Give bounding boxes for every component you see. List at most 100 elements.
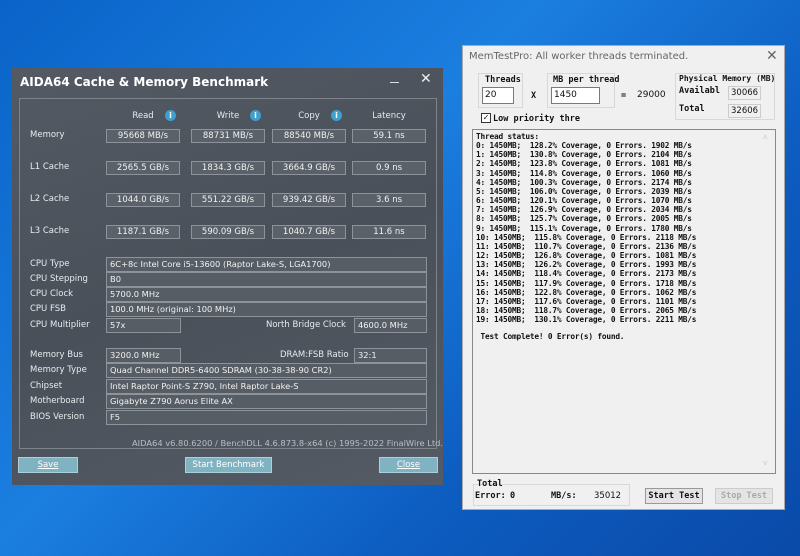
result-value: 3664.9 GB/s	[272, 161, 346, 175]
result-value: 95668 MB/s	[106, 129, 180, 143]
error-count: 0	[510, 491, 516, 501]
thread-status-line: 15: 1450MB; 117.9% Coverage, 0 Errors. 1…	[476, 278, 697, 288]
low-priority-checkbox[interactable]: ✓	[481, 113, 491, 123]
start-test-button[interactable]: Start Test	[645, 488, 703, 504]
bios-label: BIOS Version	[30, 412, 85, 422]
mbs-label: MB/s:	[551, 491, 577, 501]
cpu_multiplier-value: 57x	[106, 318, 181, 333]
row-label: L3 Cache	[30, 226, 70, 236]
row-label: Memory	[30, 130, 65, 140]
threads-input[interactable]: 20	[482, 87, 514, 104]
save-button[interactable]: Save	[18, 457, 78, 473]
thread-status-line: 17: 1450MB; 117.6% Coverage, 0 Errors. 1…	[476, 296, 697, 306]
cpu_type-value: 6C+8c Intel Core i5-13600 (Raptor Lake-S…	[106, 257, 427, 272]
dram_ratio-label: DRAM:FSB Ratio	[280, 350, 349, 360]
result-value: 590.09 GB/s	[191, 225, 265, 239]
cpu_fsb-label: CPU FSB	[30, 304, 66, 314]
info-icon[interactable]: i	[250, 110, 261, 121]
equals-sign: =	[621, 91, 627, 101]
nb_clock-label: North Bridge Clock	[266, 320, 346, 330]
thread-status-line: 0: 1450MB; 128.2% Coverage, 0 Errors. 19…	[476, 141, 692, 151]
thread-status-line: 8: 1450MB; 125.7% Coverage, 0 Errors. 20…	[476, 214, 692, 224]
row-label: L2 Cache	[30, 194, 70, 204]
memory_bus-value: 3200.0 MHz	[106, 348, 181, 363]
result-value: 1187.1 GB/s	[106, 225, 180, 239]
window-title: MemTestPro: All worker threads terminate…	[469, 51, 689, 62]
chipset-label: Chipset	[30, 381, 63, 391]
mb-per-thread-input[interactable]: 1450	[551, 87, 600, 104]
cpu_stepping-label: CPU Stepping	[30, 274, 88, 284]
error-label: Error:	[475, 491, 506, 501]
result-value: 939.42 GB/s	[272, 193, 346, 207]
stop-test-button[interactable]: Stop Test	[715, 488, 773, 504]
mb-per-thread-label: MB per thread	[553, 75, 620, 85]
result-value: 1040.7 GB/s	[272, 225, 346, 239]
window-title: AIDA64 Cache & Memory Benchmark	[20, 75, 269, 89]
motherboard-value: Gigabyte Z790 Aorus Elite AX	[106, 394, 427, 409]
memory_type-label: Memory Type	[30, 365, 87, 375]
column-header-latency: Latency	[372, 111, 406, 121]
multiply-sign: X	[531, 91, 537, 101]
row-label: L1 Cache	[30, 162, 70, 172]
cpu_fsb-value: 100.0 MHz (original: 100 MHz)	[106, 302, 427, 317]
bios-value: F5	[106, 410, 427, 425]
available-value: 30066	[728, 86, 761, 100]
aida64-window: AIDA64 Cache & Memory Benchmark ✕ Read i W…	[12, 68, 443, 485]
motherboard-label: Motherboard	[30, 396, 85, 406]
total-mb: 29000	[637, 90, 666, 100]
close-icon[interactable]: ✕	[766, 48, 778, 64]
total-label: Total	[679, 104, 705, 114]
close-icon[interactable]: ✕	[420, 71, 432, 87]
thread-status-line: 9: 1450MB; 115.1% Coverage, 0 Errors. 17…	[476, 223, 692, 233]
dram_ratio-value: 32:1	[354, 348, 427, 363]
cpu_clock-label: CPU Clock	[30, 289, 74, 299]
info-icon[interactable]: i	[331, 110, 342, 121]
result-value: 2565.5 GB/s	[106, 161, 180, 175]
thread-status-line: 13: 1450MB; 126.2% Coverage, 0 Errors. 1…	[476, 260, 697, 270]
result-value: 1834.3 GB/s	[191, 161, 265, 175]
thread-status-line: 14: 1450MB; 118.4% Coverage, 0 Errors. 2…	[476, 269, 697, 279]
info-icon[interactable]: i	[165, 110, 176, 121]
cpu_type-label: CPU Type	[30, 259, 70, 269]
start-benchmark-button[interactable]: Start Benchmark	[185, 457, 272, 473]
thread-status-line: 6: 1450MB; 120.1% Coverage, 0 Errors. 10…	[476, 196, 692, 206]
thread-status-line: 5: 1450MB; 106.0% Coverage, 0 Errors. 20…	[476, 186, 692, 196]
nb_clock-value: 4600.0 MHz	[354, 318, 427, 333]
test-complete-message: Test Complete! 0 Error(s) found.	[476, 332, 625, 342]
thread-status-line: 10: 1450MB; 115.8% Coverage, 0 Errors. 2…	[476, 232, 697, 242]
available-label: Availabl	[679, 86, 720, 96]
mbs-value: 35012	[594, 491, 622, 501]
cpu_stepping-value: B0	[106, 272, 427, 287]
close-button[interactable]: Close	[379, 457, 438, 473]
thread-status-line: 16: 1450MB; 122.8% Coverage, 0 Errors. 1…	[476, 287, 697, 297]
result-value: 551.22 GB/s	[191, 193, 265, 207]
chipset-value: Intel Raptor Point-S Z790, Intel Raptor …	[106, 379, 427, 394]
result-value: 88540 MB/s	[272, 129, 346, 143]
thread-status-log: Thread status: 0: 1450MB; 128.2% Coverage…	[472, 129, 776, 474]
thread-status-line: 1: 1450MB; 130.8% Coverage, 0 Errors. 21…	[476, 150, 692, 160]
scroll-down-icon[interactable]: ˅	[763, 459, 768, 468]
cpu_multiplier-label: CPU Multiplier	[30, 320, 90, 330]
result-value: 0.9 ns	[352, 161, 426, 175]
memory_type-value: Quad Channel DDR5-6400 SDRAM (30-38-38-9…	[106, 363, 427, 378]
version-footer: AIDA64 v6.80.6200 / BenchDLL 4.6.873.8-x…	[132, 438, 444, 448]
thread-status-line: 19: 1450MB; 130.1% Coverage, 0 Errors. 2…	[476, 315, 697, 325]
minimize-icon[interactable]	[390, 82, 399, 83]
threads-label: Threads	[485, 75, 521, 85]
thread-status-line: 7: 1450MB; 126.9% Coverage, 0 Errors. 20…	[476, 205, 692, 215]
result-value: 11.6 ns	[352, 225, 426, 239]
physical-memory-label: Physical Memory (MB)	[679, 74, 776, 83]
memory_bus-label: Memory Bus	[30, 350, 83, 360]
result-value: 3.6 ns	[352, 193, 426, 207]
thread-status-line: 18: 1450MB; 118.7% Coverage, 0 Errors. 2…	[476, 305, 697, 315]
thread-status-line: 4: 1450MB; 100.3% Coverage, 0 Errors. 21…	[476, 177, 692, 187]
cpu_clock-value: 5700.0 MHz	[106, 287, 427, 302]
thread-status-line: 2: 1450MB; 123.8% Coverage, 0 Errors. 10…	[476, 159, 692, 169]
log-header: Thread status:	[476, 132, 539, 141]
scroll-up-icon[interactable]: ˄	[763, 133, 768, 142]
thread-status-line: 3: 1450MB; 114.8% Coverage, 0 Errors. 10…	[476, 168, 692, 178]
result-value: 59.1 ns	[352, 129, 426, 143]
result-value: 1044.0 GB/s	[106, 193, 180, 207]
total-group-label: Total	[477, 479, 503, 489]
result-value: 88731 MB/s	[191, 129, 265, 143]
